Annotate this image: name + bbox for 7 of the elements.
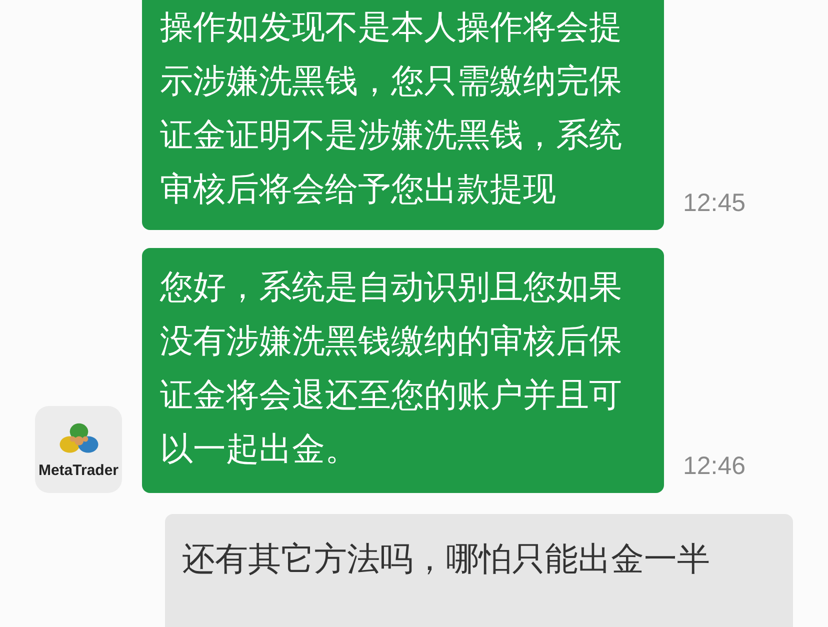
message-text: 还有其它方法吗，哪怕只能出金一半: [182, 539, 711, 579]
message-text: 您好，系统是自动识别且您如果没有涉嫌洗黑钱缴纳的审核后保证金将会退还至您的账户并且可以一起出金。: [160, 267, 623, 469]
message-time: 12:45: [683, 189, 746, 218]
avatar-label: MetaTrader: [38, 462, 119, 479]
message-time: 12:46: [683, 452, 746, 481]
message-text: 操作如发现不是本人操作将会提示涉嫌洗黑钱，您只需缴纳完保证金证明不是涉嫌洗黑钱，系统审核后将会给予您出款提现: [160, 7, 623, 209]
avatar[interactable]: MetaTrader: [35, 406, 122, 493]
